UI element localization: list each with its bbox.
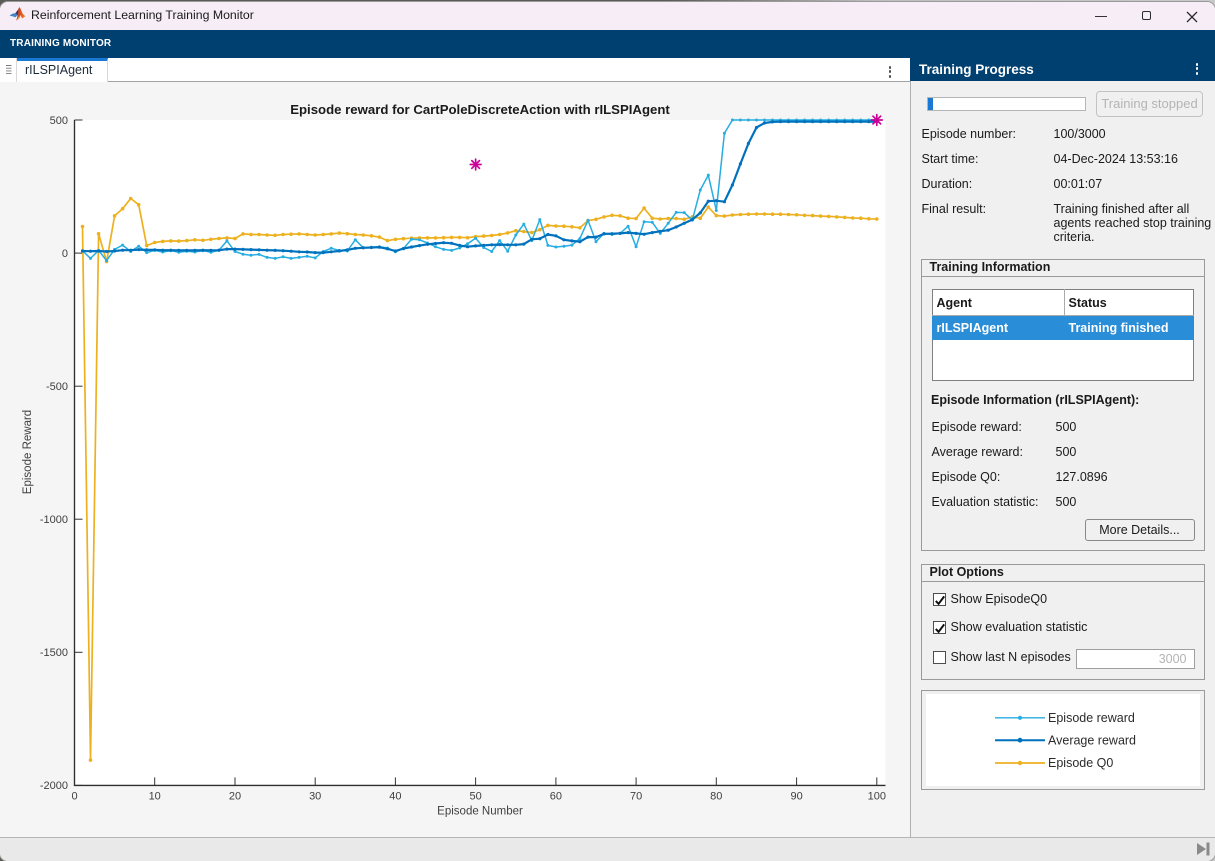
svg-text:Episode reward for CartPoleDis: Episode reward for CartPoleDiscreteActio…	[290, 102, 670, 117]
svg-text:10: 10	[149, 790, 161, 802]
svg-text:100: 100	[868, 790, 886, 802]
svg-text:70: 70	[630, 790, 642, 802]
svg-text:80: 80	[710, 790, 722, 802]
svg-text:Average reward: Average reward	[1048, 733, 1136, 747]
svg-text:0: 0	[71, 790, 77, 802]
svg-text:50: 50	[469, 790, 481, 802]
svg-text:-500: -500	[46, 381, 68, 393]
svg-text:60: 60	[550, 790, 562, 802]
svg-text:-1500: -1500	[40, 647, 68, 659]
svg-text:Episode Number: Episode Number	[437, 805, 523, 817]
svg-text:-1000: -1000	[40, 514, 68, 526]
svg-text:20: 20	[229, 790, 241, 802]
svg-text:500: 500	[50, 114, 68, 126]
svg-text:90: 90	[790, 790, 802, 802]
svg-text:30: 30	[309, 790, 321, 802]
svg-text:40: 40	[389, 790, 401, 802]
svg-text:Episode Q0: Episode Q0	[1048, 756, 1113, 770]
svg-text:-2000: -2000	[40, 780, 68, 792]
svg-text:Episode Reward: Episode Reward	[22, 409, 34, 493]
svg-text:0: 0	[62, 247, 68, 259]
svg-text:Episode reward: Episode reward	[1048, 711, 1135, 725]
